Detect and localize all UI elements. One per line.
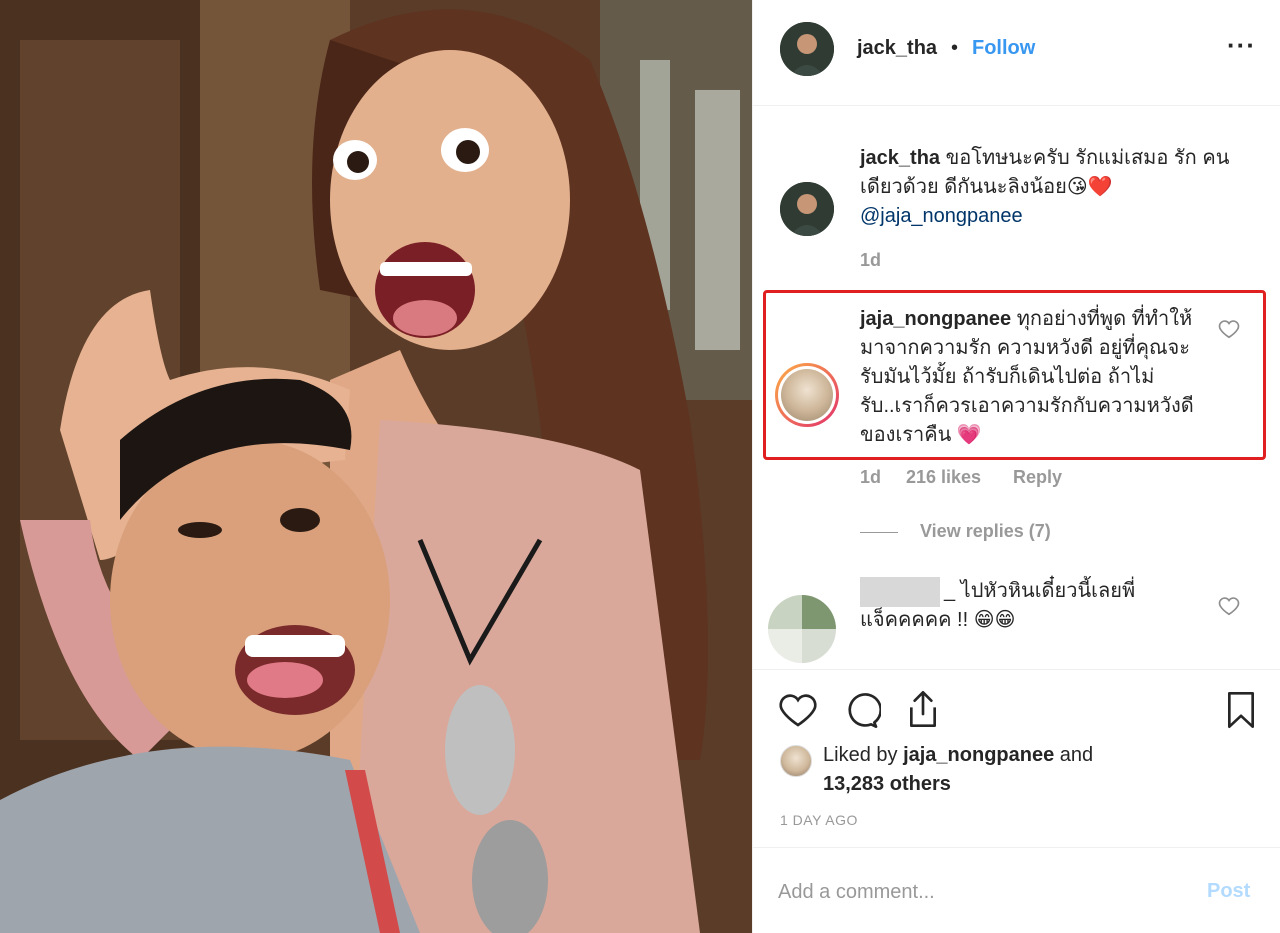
comment-like-heart-icon[interactable] bbox=[1218, 318, 1240, 340]
view-replies-label: View replies (7) bbox=[920, 521, 1051, 541]
bookmark-icon[interactable] bbox=[1221, 688, 1261, 732]
share-icon[interactable] bbox=[903, 688, 943, 730]
liked-by-and: and bbox=[1059, 744, 1094, 766]
more-options-icon[interactable]: ··· bbox=[1227, 30, 1256, 61]
comments-list[interactable]: jack_tha ขอโทษนะครับ รักแม่เสมอ รัก คนเด… bbox=[753, 107, 1280, 669]
add-comment-bar: Post bbox=[753, 847, 1280, 933]
selfie-illustration bbox=[0, 0, 752, 933]
liked-by-prefix: Liked by bbox=[823, 744, 898, 766]
author-avatar[interactable] bbox=[780, 22, 834, 76]
caption-mention[interactable]: @jaja_nongpanee bbox=[860, 205, 1023, 227]
reply-button[interactable]: Reply bbox=[1013, 467, 1062, 488]
post-header: jack_tha • Follow ··· bbox=[753, 0, 1280, 106]
post-timestamp[interactable]: 1 DAY AGO bbox=[780, 812, 858, 828]
comment-text: _ ไปหัวหินเดี๋ยวนี้เลยพี่ แจ็คคคคค !! 😁😁 bbox=[860, 580, 1136, 631]
liked-by-user[interactable]: jaja_nongpanee bbox=[903, 744, 1054, 766]
commenter-avatar[interactable] bbox=[775, 363, 839, 427]
post-actions: Liked by jaja_nongpanee and 13,283 other… bbox=[753, 669, 1280, 847]
comment-input[interactable] bbox=[778, 874, 1178, 910]
comment-age: 1d bbox=[860, 467, 882, 487]
caption-avatar[interactable] bbox=[780, 182, 834, 236]
caption-text-block: jack_tha ขอโทษนะครับ รักแม่เสมอ รัก คนเด… bbox=[860, 144, 1240, 231]
author-username[interactable]: jack_tha bbox=[857, 37, 937, 60]
follow-button[interactable]: Follow bbox=[972, 37, 1035, 60]
liked-by-text: Liked by jaja_nongpanee and 13,283 other… bbox=[823, 741, 1183, 799]
separator-dot: • bbox=[951, 37, 959, 59]
heart-icon[interactable] bbox=[778, 690, 818, 730]
likes-count[interactable]: 13,283 others bbox=[823, 773, 951, 795]
comment-like-heart-icon[interactable] bbox=[1218, 595, 1240, 617]
comment-likes[interactable]: 216 likes bbox=[906, 467, 981, 488]
comment-username[interactable]: jaja_nongpanee bbox=[860, 308, 1011, 330]
comment-icon[interactable] bbox=[841, 690, 881, 730]
caption-age: 1d bbox=[860, 250, 882, 270]
comment-text-block: _ ไปหัวหินเดี๋ยวนี้เลยพี่ แจ็คคคคค !! 😁😁 bbox=[860, 577, 1190, 635]
liker-avatar[interactable] bbox=[780, 745, 812, 777]
view-replies-button[interactable]: View replies (7) bbox=[860, 521, 1051, 542]
post-button[interactable]: Post bbox=[1207, 880, 1250, 903]
post-photo[interactable] bbox=[0, 0, 752, 933]
post-side-panel: jack_tha • Follow ··· jack_tha ขอโทษนะคร… bbox=[752, 0, 1280, 933]
comment-text-block: jaja_nongpanee ทุกอย่างที่พูด ที่ทำให้มา… bbox=[860, 305, 1210, 450]
blurred-avatar[interactable] bbox=[768, 595, 836, 663]
caption-username[interactable]: jack_tha bbox=[860, 147, 940, 169]
replies-divider bbox=[860, 531, 898, 533]
